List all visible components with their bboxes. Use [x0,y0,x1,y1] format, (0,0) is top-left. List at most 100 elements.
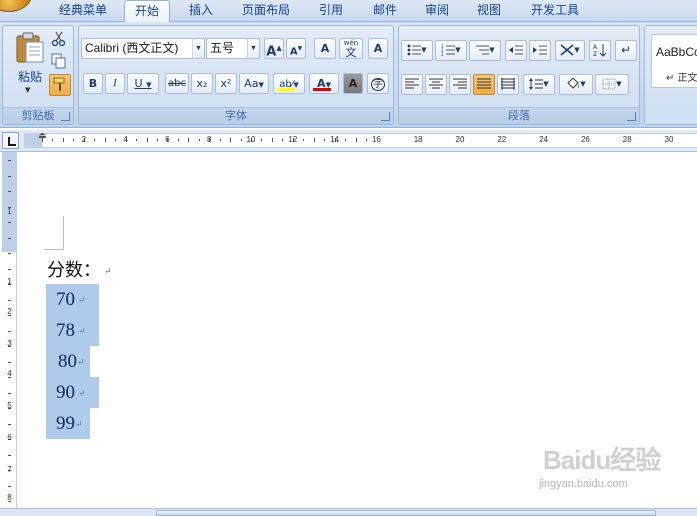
format-painter-icon [53,77,65,91]
ruler-number: 7 [7,465,12,474]
bold-button[interactable]: B [83,73,103,94]
vertical-ruler[interactable]: 1 1 2 3 4 5 6 7 8 [2,152,17,508]
ruler-tick [8,175,11,177]
ruler-number: 10 [246,135,256,144]
tab-mailings[interactable]: 邮件 [362,0,408,22]
score-line[interactable]: 90 ↵ [46,377,99,408]
enclose-characters-button[interactable]: 字 [367,73,389,94]
character-border-button[interactable]: A [368,38,388,59]
ruler-number: 18 [413,135,423,144]
paragraph-launcher-icon[interactable] [627,112,636,121]
ruler-tick [8,485,11,487]
ruler-number: 4 [123,135,128,144]
align-left-icon [405,78,419,89]
font-size-dropdown-icon[interactable]: ▼ [247,39,259,58]
clipboard-launcher-icon[interactable] [61,112,70,121]
subscript-button[interactable]: x₂ [191,73,213,94]
tab-developer[interactable]: 开发工具 [522,0,588,22]
sort-button[interactable]: AZ [589,40,611,61]
character-shading-button[interactable]: A [343,73,363,94]
align-right-button[interactable] [449,74,471,95]
phonetic-guide-button[interactable]: wén 文 [339,38,363,59]
font-size-combo[interactable]: 五号 ▼ [206,38,260,59]
style-normal-tile[interactable]: AaBbCc ↵ 正文 [651,34,697,88]
ruler-number: 2 [81,135,87,144]
distributed-icon [501,78,515,90]
align-center-button[interactable] [425,74,447,95]
superscript-button[interactable]: x² [215,73,237,94]
bullets-button[interactable]: ▼ [401,40,433,61]
baidu-jingyan-watermark: Baidu经验 jingyan.baidu.com [533,440,683,500]
text-highlight-button[interactable]: ab⁄▼ [273,73,305,94]
chinese-layout-button[interactable]: ▼ [555,40,585,61]
font-name-dropdown-icon[interactable]: ▼ [192,39,204,58]
page-margin-corner-mark [44,216,64,250]
score-line[interactable]: 99↵ [46,408,90,439]
clear-format-button[interactable]: A [314,38,336,59]
chinese-layout-icon [560,44,574,56]
paragraph-mark-icon: ↵ [78,295,86,305]
score-heading[interactable]: 分数： ↵ [47,256,112,282]
ruler-tick [303,139,305,141]
tab-selector-button[interactable] [2,132,19,149]
score-line[interactable]: 70 ↵ [46,284,99,315]
borders-button[interactable]: ▼ [595,74,629,95]
paste-icon[interactable] [15,32,45,64]
horizontal-ruler-row: ⏏ 2 4 6 8 10 12 14 16 18 20 22 24 26 28 30 [0,130,697,152]
italic-button[interactable]: I [105,73,125,94]
ruler-number: 6 [7,433,12,442]
format-painter-button[interactable] [49,74,71,96]
underline-button[interactable]: U ▼ [127,73,159,94]
ruler-number: 2 [7,307,12,316]
score-line[interactable]: 80↵ [46,346,90,377]
ruler-tick [8,160,11,161]
change-case-icon: Aa [244,77,259,90]
shrink-font-button[interactable]: A▼ [286,38,306,59]
font-name-combo[interactable]: Calibri (西文正文) ▼ [81,38,205,59]
font-color-button[interactable]: A▼ [309,73,339,94]
increase-indent-button[interactable] [529,40,551,61]
justify-button[interactable] [473,74,495,95]
ruler-tick [271,138,273,142]
shading-button[interactable]: ▼ [559,74,593,95]
horizontal-ruler[interactable]: ⏏ 2 4 6 8 10 12 14 16 18 20 22 24 26 28 30 [24,131,697,148]
score-value: 80 [58,351,77,372]
font-launcher-icon[interactable] [381,112,390,121]
decrease-indent-button[interactable] [505,40,527,61]
copy-icon[interactable] [51,53,67,69]
show-marks-button[interactable]: ↵ [615,40,637,61]
italic-icon: I [113,77,117,89]
cut-icon[interactable] [51,31,67,47]
tab-references[interactable]: 引用 [308,0,354,22]
ribbon: 粘贴 ▼ 剪贴板 Calibri (西文正文) ▼ 五号 ▼ A▲ A▼ A w… [0,22,697,128]
tab-review[interactable]: 审阅 [414,0,460,22]
strikethrough-button[interactable]: abc [165,73,189,94]
multilevel-list-button[interactable]: ▼ [469,40,501,61]
ruler-tick [104,138,106,142]
score-line[interactable]: 78 ↵ [46,315,99,346]
tab-insert[interactable]: 插入 [178,0,224,22]
distributed-button[interactable] [497,74,519,95]
horizontal-scrollbar-thumb[interactable] [156,510,656,516]
numbering-button[interactable]: 123 ▼ [435,40,467,61]
horizontal-scrollbar[interactable] [0,508,697,516]
ruler-number: 24 [539,135,549,144]
tab-home[interactable]: 开始 [124,0,170,23]
ruler-tick [52,139,54,141]
tab-page-layout[interactable]: 页面布局 [232,0,300,22]
ruler-number: 6 [165,135,170,144]
paste-dropdown-icon[interactable]: ▼ [25,86,30,94]
ruler-tick [8,392,11,394]
paste-button-label[interactable]: 粘贴 [9,68,51,85]
tab-classic-menu[interactable]: 经典菜单 [48,0,118,22]
change-case-button[interactable]: Aa▼ [239,73,269,94]
tab-view[interactable]: 视图 [466,0,512,22]
line-spacing-button[interactable]: ▼ [523,74,555,95]
grow-font-button[interactable]: A▲ [264,38,284,59]
ruler-tick [240,139,242,141]
shading-bucket-icon [567,77,580,89]
ruler-tick [42,138,43,142]
office-button[interactable] [0,0,32,12]
ribbon-tab-bar: 经典菜单 开始 插入 页面布局 引用 邮件 审阅 视图 开发工具 [0,0,697,23]
align-left-button[interactable] [401,74,423,95]
